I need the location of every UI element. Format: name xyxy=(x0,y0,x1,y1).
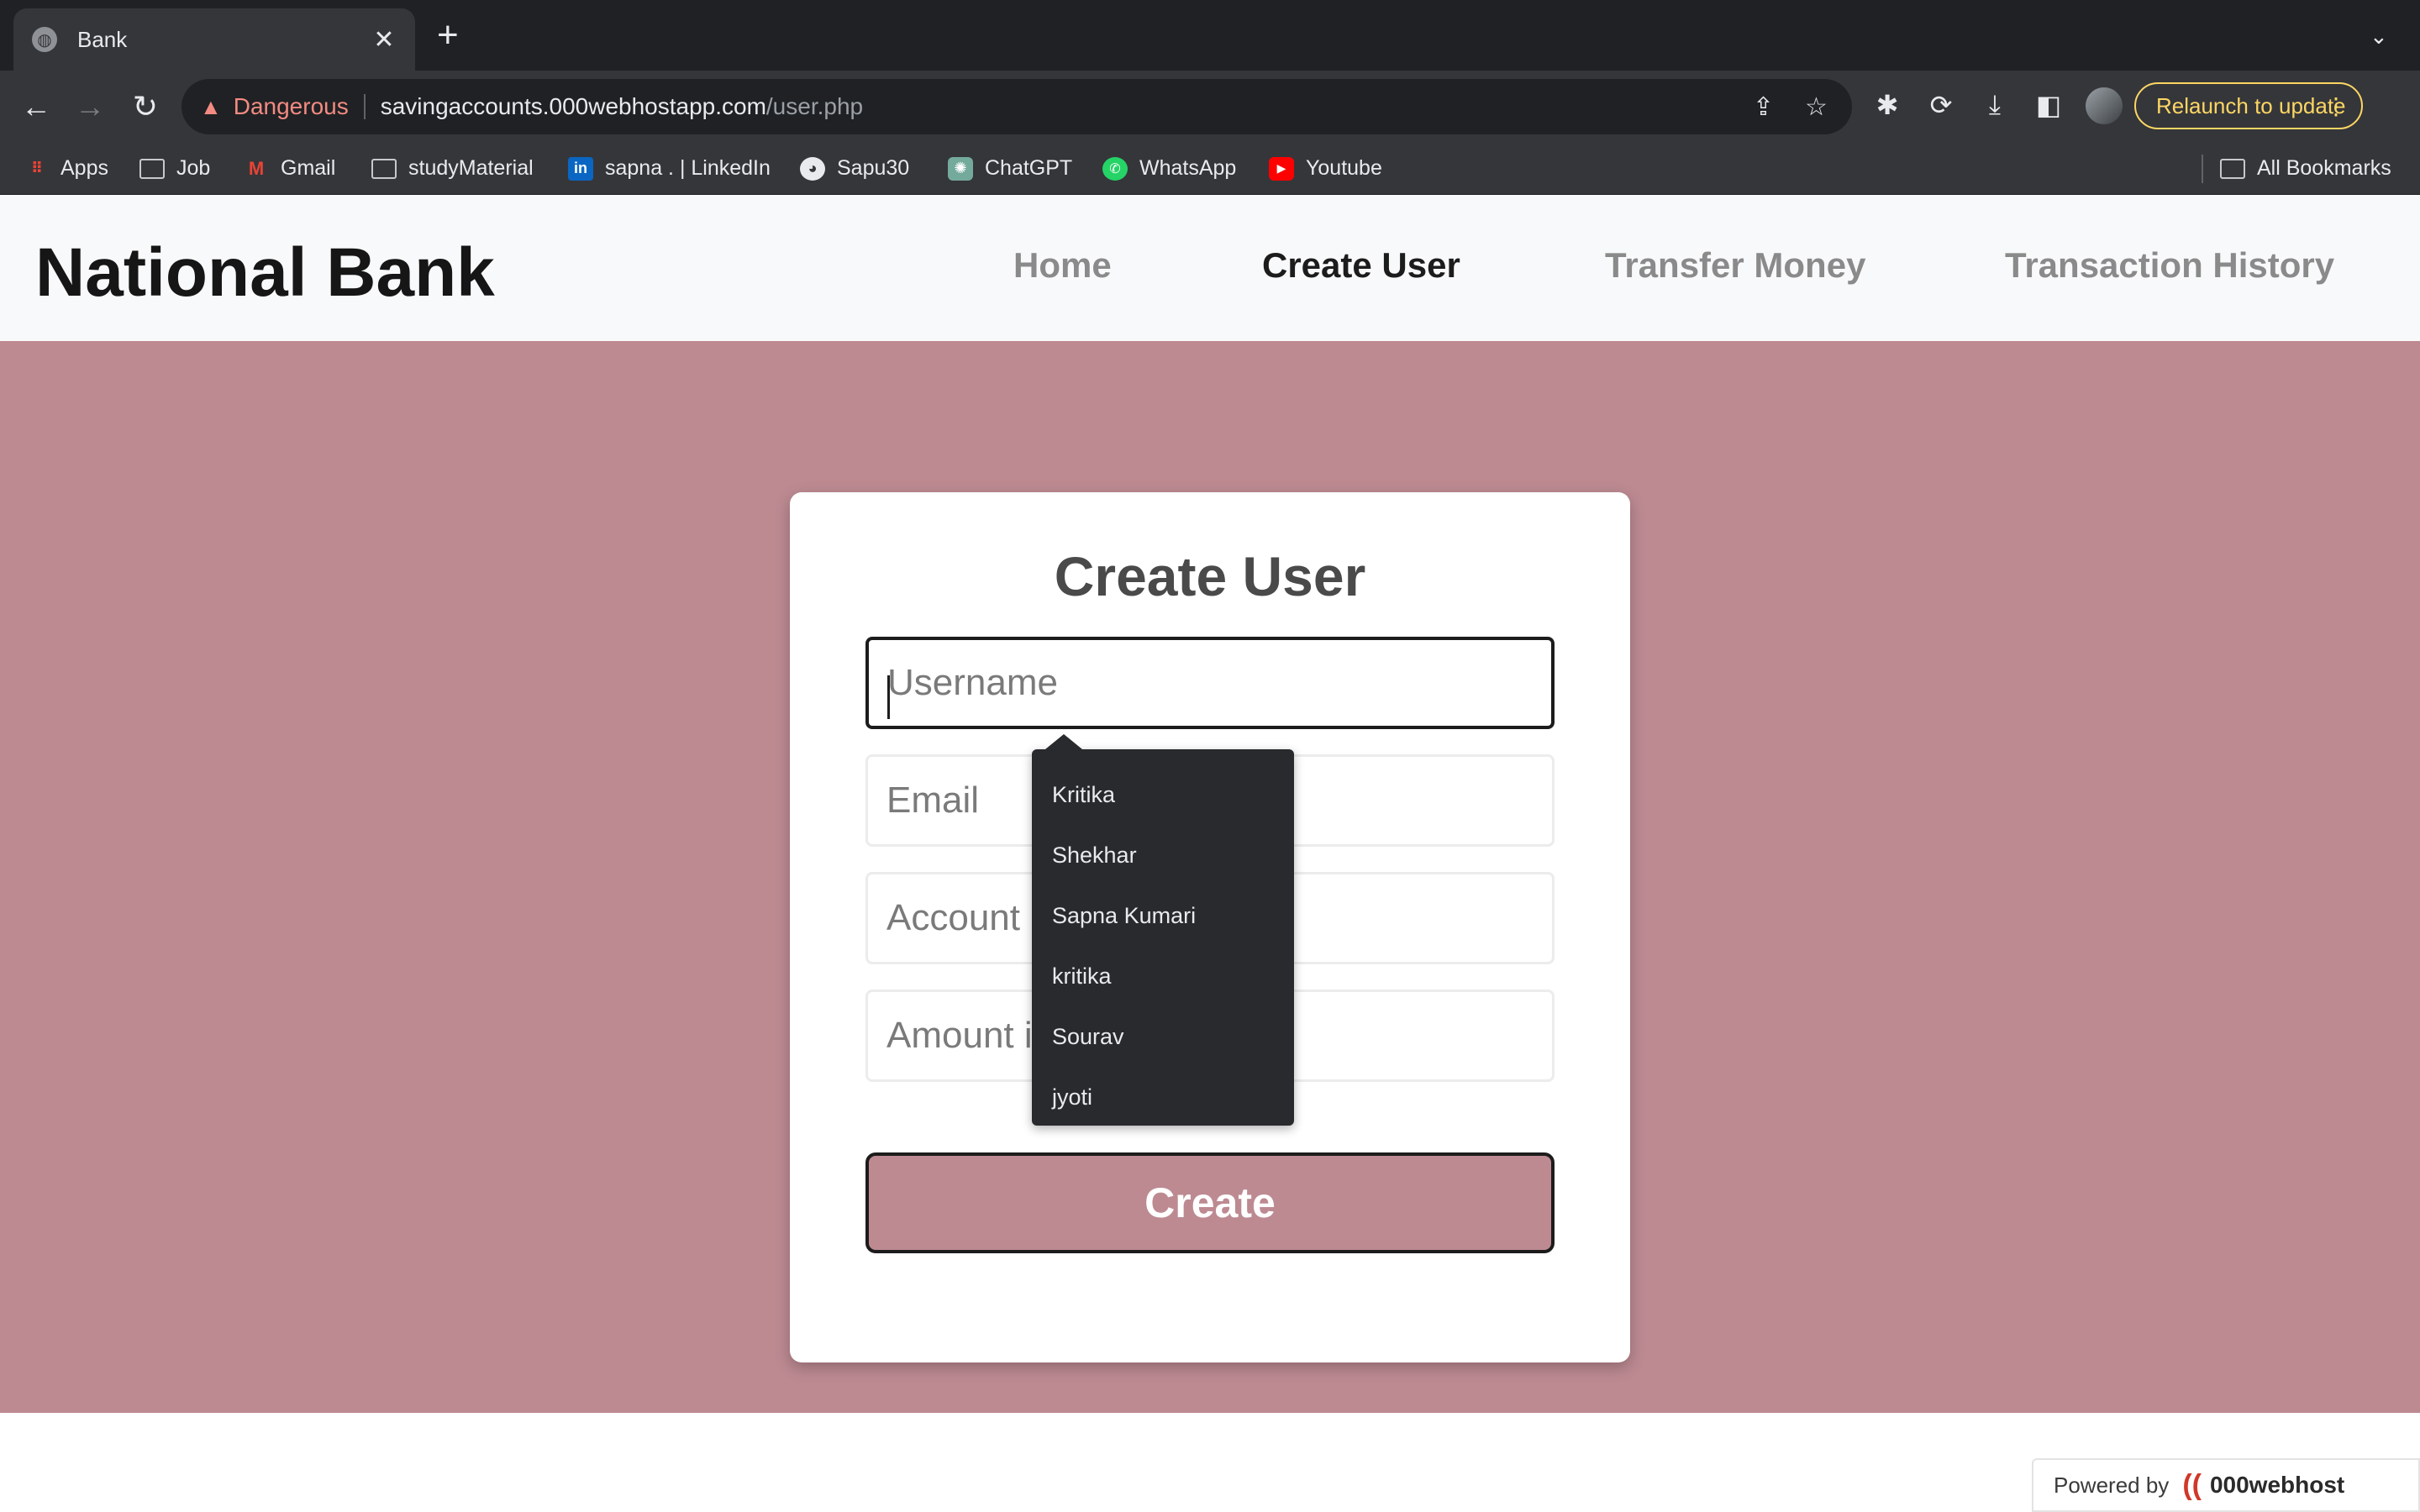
whatsapp-icon: ✆ xyxy=(1102,156,1128,181)
nav-transfer-money[interactable]: Transfer Money xyxy=(1605,245,1865,286)
chevron-down-icon[interactable]: ⌄ xyxy=(2370,24,2388,50)
bookmark-label: Sapu30 xyxy=(837,156,910,180)
share-icon[interactable]: ⇪ xyxy=(1753,92,1774,122)
nav-create-user[interactable]: Create User xyxy=(1262,245,1460,286)
bookmark-linkedin[interactable]: in sapna . | LinkedIn xyxy=(568,156,771,181)
omnibox-separator xyxy=(363,94,366,119)
nav-transaction-history[interactable]: Transaction History xyxy=(2005,245,2334,286)
bookmark-label: Youtube xyxy=(1306,156,1382,180)
gmail-icon: M xyxy=(248,157,265,179)
download-icon[interactable]: ⤓ xyxy=(1978,89,2012,121)
menu-dots-icon[interactable]: ⋮ xyxy=(2324,92,2348,120)
bookmark-job[interactable]: Job xyxy=(139,156,210,181)
relaunch-label: Relaunch to update xyxy=(2156,92,2346,118)
forward-icon[interactable]: → xyxy=(69,86,111,128)
autocomplete-item[interactable]: kritika xyxy=(1032,946,1294,1006)
folder-icon xyxy=(139,158,165,179)
star-icon[interactable]: ☆ xyxy=(1805,92,1828,122)
bookmark-label: studyMaterial xyxy=(408,156,534,180)
url-host[interactable]: savingaccounts.000webhostapp.com xyxy=(381,93,766,120)
powered-by-brand: 000webhost xyxy=(2209,1472,2345,1498)
security-status[interactable]: Dangerous xyxy=(234,93,349,120)
globe-icon: ◍ xyxy=(32,27,57,52)
form-title: Create User xyxy=(1054,545,1366,607)
nav-home[interactable]: Home xyxy=(1013,245,1112,286)
text-caret xyxy=(887,675,890,719)
bookmark-label: sapna . | LinkedIn xyxy=(605,156,771,180)
powered-by-label: Powered by xyxy=(2054,1472,2170,1498)
autocomplete-item[interactable]: Shekhar xyxy=(1032,825,1294,885)
autocomplete-item[interactable]: Sapna Kumari xyxy=(1032,885,1294,946)
autocomplete-dropdown: Kritika Shekhar Sapna Kumari kritika Sou… xyxy=(1032,734,1294,1127)
performance-icon[interactable]: ⟳ xyxy=(1924,89,1958,121)
reload-icon[interactable]: ↻ xyxy=(124,86,166,128)
tab-title: Bank xyxy=(77,26,128,52)
apps-grid-icon: ⠿ xyxy=(30,160,43,176)
linkedin-icon: in xyxy=(568,156,593,181)
bookmarks-separator xyxy=(2202,155,2203,183)
bookmark-label: Apps xyxy=(60,156,108,180)
chatgpt-icon: ✺ xyxy=(948,156,973,181)
bookmark-label: Gmail xyxy=(281,156,336,180)
autocomplete-item[interactable]: Sourav xyxy=(1032,1006,1294,1067)
all-bookmarks[interactable]: All Bookmarks xyxy=(2220,156,2391,181)
extensions-icon[interactable]: ✱ xyxy=(1870,89,1904,121)
create-button[interactable]: Create xyxy=(865,1152,1555,1253)
close-icon[interactable]: ✕ xyxy=(371,25,397,55)
bookmarks-bar: ⠿ Apps Job M Gmail studyMaterial in sapn… xyxy=(0,143,2420,195)
youtube-icon: ▶ xyxy=(1269,156,1294,181)
bookmark-label: Job xyxy=(176,156,211,180)
bookmark-youtube[interactable]: ▶ Youtube xyxy=(1269,156,1382,181)
autocomplete-item[interactable]: jyoti xyxy=(1032,1067,1294,1127)
site-navbar: National Bank Home Create User Transfer … xyxy=(0,195,2420,341)
back-icon[interactable]: ← xyxy=(15,86,57,128)
profile-avatar[interactable] xyxy=(2086,87,2123,124)
browser-toolbar: ← → ↻ ▲ Dangerous savingaccounts.000webh… xyxy=(0,71,2420,143)
warning-icon[interactable]: ▲ xyxy=(200,94,222,120)
tab-strip: ◍ Bank ✕ + ⌄ xyxy=(0,0,2420,71)
address-bar[interactable]: ▲ Dangerous savingaccounts.000webhostapp… xyxy=(182,79,1852,134)
powered-by-badge[interactable]: Powered by (( 000webhost xyxy=(2032,1458,2420,1512)
bookmark-apps[interactable]: ⠿ Apps xyxy=(24,156,108,181)
bookmark-studymaterial[interactable]: studyMaterial xyxy=(371,156,534,181)
bookmark-whatsapp[interactable]: ✆ WhatsApp xyxy=(1102,156,1236,181)
bookmark-gmail[interactable]: M Gmail xyxy=(244,156,335,181)
all-bookmarks-label: All Bookmarks xyxy=(2257,156,2391,180)
folder-icon xyxy=(371,158,397,179)
site-brand[interactable]: National Bank xyxy=(35,234,495,312)
side-panel-icon[interactable]: ◧ xyxy=(2032,89,2065,121)
folder-icon xyxy=(2220,158,2245,179)
github-icon: ◕ xyxy=(800,156,825,181)
bookmark-label: ChatGPT xyxy=(985,156,1073,180)
url-path[interactable]: /user.php xyxy=(766,93,863,120)
new-tab-button[interactable]: + xyxy=(437,17,459,54)
bookmark-chatgpt[interactable]: ✺ ChatGPT xyxy=(948,156,1072,181)
relaunch-button[interactable]: Relaunch to update ⋮ xyxy=(2134,82,2363,129)
autocomplete-item[interactable]: Kritika xyxy=(1032,764,1294,825)
webhost-logo-icon: (( xyxy=(2182,1468,2202,1501)
bookmark-label: WhatsApp xyxy=(1139,156,1237,180)
bookmark-sapu30[interactable]: ◕ Sapu30 xyxy=(800,156,909,181)
username-input[interactable] xyxy=(865,637,1555,729)
browser-tab[interactable]: ◍ Bank ✕ xyxy=(13,8,415,71)
